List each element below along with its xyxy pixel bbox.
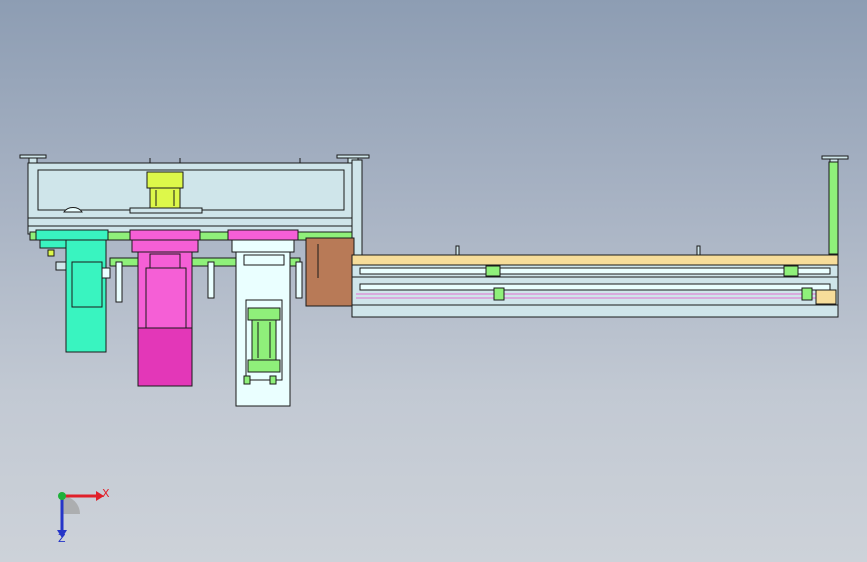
upper-frame xyxy=(27,158,354,235)
x-axis-label: X xyxy=(102,487,110,500)
leveling-foot-left xyxy=(19,154,47,164)
top-plate xyxy=(129,207,203,214)
y-axis-dot xyxy=(58,492,66,500)
module-teal xyxy=(35,229,111,353)
z-axis-label: Z xyxy=(58,532,66,545)
cylinder-top-yellow xyxy=(146,171,184,209)
module-magenta xyxy=(129,229,201,387)
module-light xyxy=(227,229,299,407)
machine-drawing xyxy=(19,154,849,538)
brown-block xyxy=(305,237,355,307)
cad-viewport[interactable]: X Z xyxy=(0,0,867,562)
frame-post-right xyxy=(828,161,839,255)
conveyor-section xyxy=(351,245,839,318)
axis-triad xyxy=(57,491,104,538)
